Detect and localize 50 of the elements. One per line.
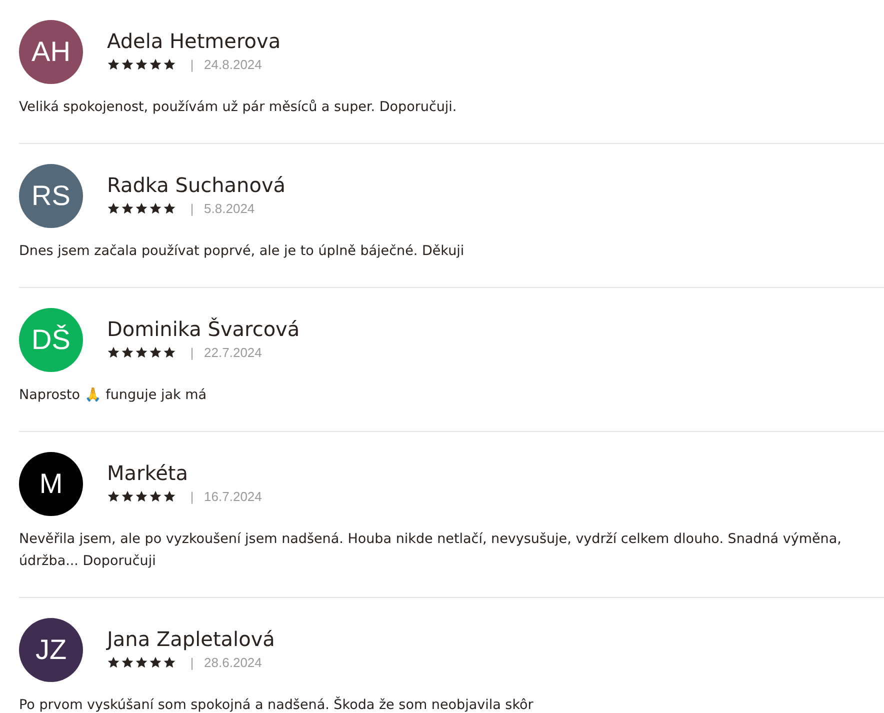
star-icon — [163, 202, 176, 215]
star-icon — [135, 490, 148, 503]
star-icon — [149, 58, 162, 71]
star-icon — [121, 346, 134, 359]
reviewer-name: Adela Hetmerova — [107, 28, 281, 54]
star-icon — [149, 202, 162, 215]
reviewer-name: Radka Suchanová — [107, 172, 286, 198]
star-icon — [107, 656, 120, 669]
star-icon — [149, 346, 162, 359]
star-icon — [121, 202, 134, 215]
review-date: 28.6.2024 — [204, 655, 262, 670]
review-date: 22.7.2024 — [204, 345, 262, 360]
review-text: Veliká spokojenost, používám už pár měsíců a super. Doporučuji. — [19, 98, 458, 117]
avatar: DŠ — [19, 308, 83, 372]
avatar: M — [19, 452, 83, 516]
reviewer-name: Jana Zapletalová — [107, 626, 275, 652]
star-icon — [121, 58, 134, 71]
star-icon — [121, 656, 134, 669]
avatar: RS — [19, 164, 83, 228]
star-icon — [107, 346, 120, 359]
star-icon — [135, 202, 148, 215]
separator: | — [190, 346, 194, 360]
review-text: Dnes jsem začala používat poprvé, ale je to úplně báječné. Děkuji — [19, 242, 466, 261]
star-icon — [107, 490, 120, 503]
star-icon — [149, 656, 162, 669]
star-icon — [163, 656, 176, 669]
separator: | — [190, 202, 194, 216]
star-icon — [163, 58, 176, 71]
star-icon — [163, 346, 176, 359]
separator: | — [190, 656, 194, 670]
avatar: AH — [19, 20, 83, 84]
avatar: JZ — [19, 618, 83, 682]
star-icon — [149, 490, 162, 503]
star-icon — [107, 58, 120, 71]
review-text: Naprosto 🙏 funguje jak má — [19, 386, 208, 405]
review-text: Nevěřila jsem, ale po vyzkoušení jsem nadšená. Houba nikde netlačí, nevysušuje, vydrží celkem dlouho. Snadná výměna, údržba... Doporučuji — [19, 530, 842, 571]
separator: | — [190, 490, 194, 504]
review-text: Po prvom vyskúšaní som spokojná a nadšená. Škoda že som neobjavila skôr — [19, 696, 534, 713]
star-icon — [163, 490, 176, 503]
star-icon — [121, 490, 134, 503]
star-icon — [135, 656, 148, 669]
star-icon — [135, 58, 148, 71]
review-date: 24.8.2024 — [204, 57, 262, 72]
star-icon — [107, 202, 120, 215]
review-date: 16.7.2024 — [204, 489, 262, 504]
reviewer-name: Dominika Švarcová — [107, 316, 300, 342]
reviewer-name: Markéta — [107, 460, 190, 486]
review-date: 5.8.2024 — [204, 201, 255, 216]
star-icon — [135, 346, 148, 359]
separator: | — [190, 58, 194, 72]
